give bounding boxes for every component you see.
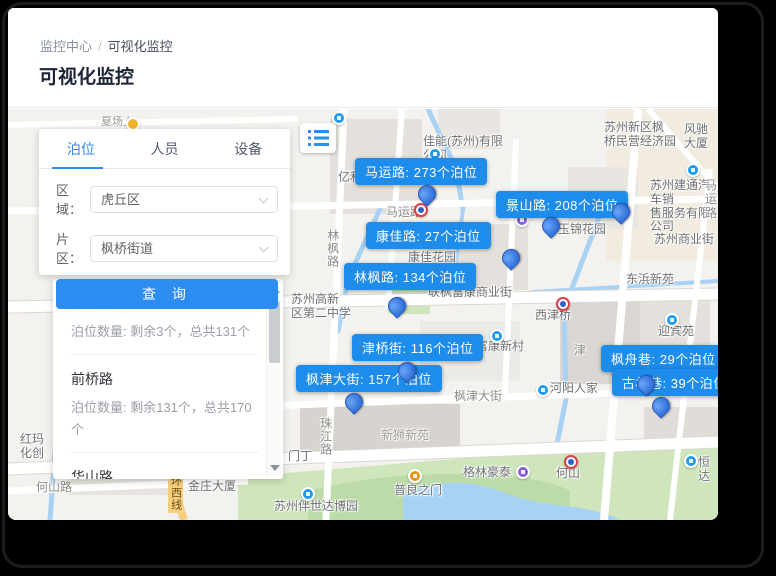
building-icon: [665, 313, 679, 327]
active-tab-indicator: [52, 167, 103, 169]
map-place-label: 普良之门: [394, 484, 442, 498]
map-road-label: 珠江路: [318, 417, 332, 456]
map-place-label: 迎宾苑: [658, 325, 694, 339]
app-window: 监控中心 / 可视化监控 可视化监控: [8, 8, 718, 520]
building-icon: [686, 163, 700, 177]
map-place-label: 苏州伴世达博园: [274, 500, 358, 514]
tab-personnel[interactable]: 人员: [123, 129, 207, 168]
map-place-label: 金庄大厦: [188, 480, 236, 494]
tab-berth[interactable]: 泊位: [39, 129, 123, 168]
map-place-label: 新狮新苑: [381, 429, 429, 443]
berth-result-list: 何山路 泊位数量: 剩余3个，总共131个 前桥路 泊位数量: 剩余131个，总…: [53, 279, 283, 479]
road-name: 华山路: [71, 467, 258, 479]
map-place-label: 玉锦花园: [558, 223, 606, 237]
region-row: 区域： 虎丘区: [56, 180, 278, 218]
breadcrumb-separator: /: [98, 39, 102, 54]
scroll-down-arrow-icon[interactable]: [270, 465, 280, 471]
map-road-label: 马运路: [705, 179, 718, 220]
map-place-label: 恒达: [698, 456, 718, 484]
list-icon: [314, 130, 329, 146]
berth-marker-label[interactable]: 枫舟巷: 29个泊位: [601, 345, 718, 372]
filter-panel: 泊位 人员 设备 区域： 虎丘区 片区： 枫桥街道 查 询: [39, 129, 290, 275]
list-scrollbar[interactable]: [266, 281, 281, 477]
map-place-label: 苏州商业街: [654, 233, 714, 247]
map-road-label: 津: [574, 344, 586, 358]
berth-marker-label[interactable]: 古村巷: 39个泊位: [612, 369, 718, 396]
map-place-label: 河阳人家: [550, 382, 598, 396]
breadcrumb: 监控中心 / 可视化监控: [40, 36, 173, 55]
page-title: 可视化监控: [39, 62, 134, 89]
map-layers-button[interactable]: [300, 123, 336, 153]
area-label: 片区：: [56, 229, 90, 267]
berth-detail: 泊位数量: 剩余3个，总共131个: [71, 321, 258, 342]
area-select[interactable]: 枫桥街道: [90, 235, 278, 262]
berth-marker-label[interactable]: 津桥街: 116个泊位: [352, 334, 483, 361]
map-road-label: 何山路: [36, 481, 72, 495]
building-icon: [490, 329, 504, 343]
chevron-down-icon: [259, 193, 269, 203]
map-place-label: 红玛 化创: [20, 433, 44, 461]
breadcrumb-current: 可视化监控: [108, 39, 173, 54]
region-select-value: 虎丘区: [101, 192, 140, 207]
berth-marker-label[interactable]: 马运路: 273个泊位: [355, 158, 487, 185]
subway-station-icon: [564, 455, 578, 469]
area-row: 片区： 枫桥街道: [56, 229, 278, 267]
scrollbar-thumb[interactable]: [269, 301, 280, 363]
map-place-label: 东浜新苑: [626, 273, 674, 287]
breadcrumb-root[interactable]: 监控中心: [40, 39, 92, 54]
region-select[interactable]: 虎丘区: [90, 186, 278, 213]
query-button[interactable]: 查 询: [56, 279, 278, 309]
subway-station-icon: [556, 297, 570, 311]
berth-marker-label[interactable]: 康佳路: 27个泊位: [366, 222, 491, 249]
list-content: 何山路 泊位数量: 剩余3个，总共131个 前桥路 泊位数量: 剩余131个，总…: [71, 279, 258, 479]
berth-marker-label[interactable]: 林枫路: 134个泊位: [344, 263, 476, 290]
map-road-label: 环西线: [168, 473, 183, 513]
map-place-label: 西津桥: [535, 309, 571, 323]
map-place-label: 苏州新区枫 桥民营经济园: [604, 121, 676, 149]
building-icon: [684, 454, 698, 468]
list-item[interactable]: 华山路 泊位数量: 剩余4个，总共186个: [71, 453, 258, 479]
map-road-label: 枫津大街: [454, 390, 502, 404]
map-place-label: 何山: [556, 467, 580, 481]
page-header: 监控中心 / 可视化监控 可视化监控: [8, 8, 718, 108]
map-road-label: 林枫路: [325, 229, 339, 268]
berth-marker-label[interactable]: 枫津大街: 157个泊位: [296, 365, 442, 392]
museum-icon: [408, 469, 422, 483]
building-icon: [536, 383, 550, 397]
map-place-label: 格林豪泰: [463, 466, 511, 480]
building-icon: [301, 487, 315, 501]
map-place-label: 风驰大厦: [684, 123, 718, 151]
map-canvas[interactable]: 夏场上 亿和科技 佳能(苏州)有限公司 风驰大厦 苏州新区枫 桥民营经济园 苏州…: [8, 109, 718, 520]
tab-bar: 泊位 人员 设备: [39, 129, 290, 169]
list-icon: [308, 130, 311, 146]
berth-detail: 泊位数量: 剩余131个，总共170个: [71, 397, 258, 440]
map-place-label: 苏州高新 区第二中学: [291, 293, 351, 321]
list-item[interactable]: 前桥路 泊位数量: 剩余131个，总共170个: [71, 355, 258, 453]
map-place-label: 门丁: [288, 450, 312, 464]
road-name: 前桥路: [71, 369, 258, 389]
chevron-down-icon: [259, 242, 269, 252]
region-label: 区域：: [56, 180, 90, 218]
hotel-icon: [516, 465, 530, 479]
tab-equipment[interactable]: 设备: [206, 129, 290, 168]
area-select-value: 枫桥街道: [101, 241, 153, 256]
berth-marker-label[interactable]: 景山路: 208个泊位: [496, 191, 628, 218]
